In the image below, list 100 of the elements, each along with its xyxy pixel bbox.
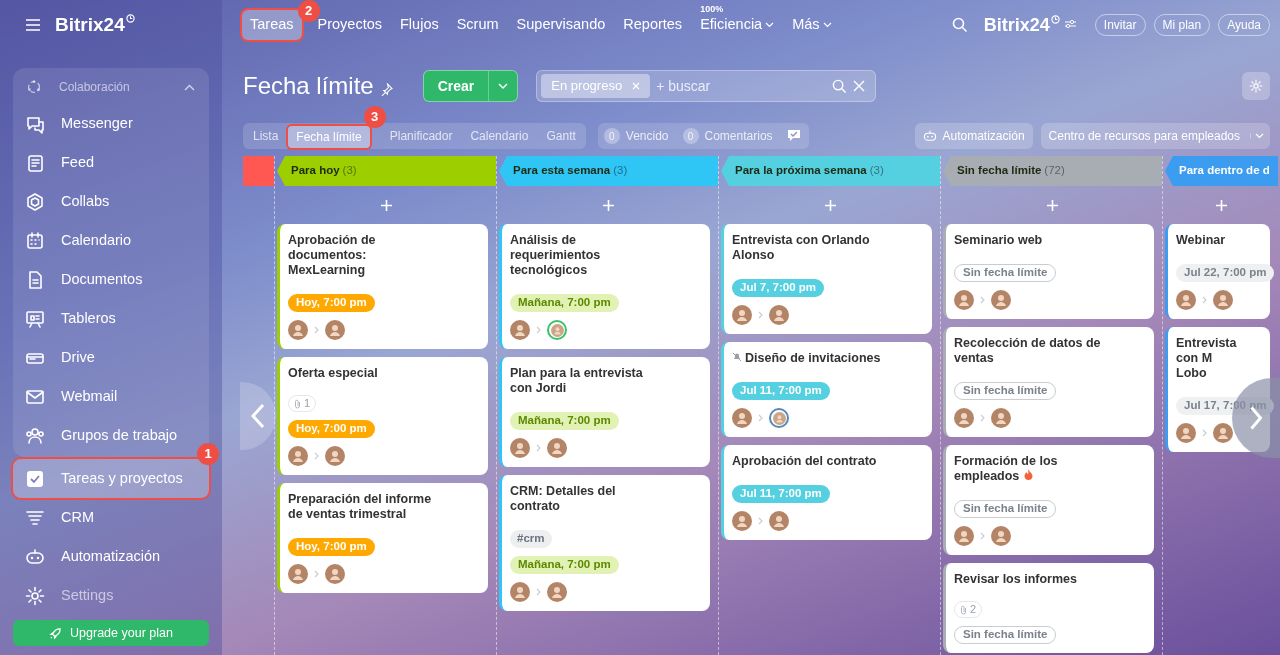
chevron-right-icon bbox=[758, 414, 763, 422]
sidebar-item[interactable]: Collabs bbox=[13, 182, 209, 221]
sidebar-item[interactable]: Automatización bbox=[13, 537, 209, 576]
deadline-badge: Mañana, 7:00 pm bbox=[510, 294, 619, 312]
paperclip-icon bbox=[294, 398, 301, 409]
task-title: Webinar bbox=[1176, 233, 1227, 249]
avatar-icon bbox=[991, 290, 1011, 310]
task-card[interactable]: CRM: Detalles del contrato #crm Mañana, 7:00 pm bbox=[499, 475, 710, 611]
avatar-icon bbox=[510, 438, 530, 458]
deadline-badge: Sin fecha límite bbox=[954, 264, 1057, 282]
deadline-badge: Hoy, 7:00 pm bbox=[288, 420, 375, 438]
avatar-icon bbox=[769, 511, 789, 531]
search-icon bbox=[951, 17, 968, 33]
plus-icon bbox=[825, 199, 836, 211]
deadline-badge: Sin fecha límite bbox=[954, 382, 1057, 400]
nav-tab[interactable]: Flujos bbox=[392, 10, 447, 40]
task-card[interactable]: Recolección de datos de ventas Sin fecha límite bbox=[943, 327, 1154, 437]
clock-icon bbox=[125, 13, 135, 23]
deadline-badge: Jul 11, 7:00 pm bbox=[732, 382, 830, 400]
task-title: Entrevista con Orlando Alonso bbox=[732, 233, 871, 264]
sidebar-item[interactable]: Tareas y proyectos bbox=[13, 459, 209, 498]
settings-icon bbox=[25, 585, 45, 606]
checkbox-icon bbox=[25, 468, 45, 489]
menu-icon bbox=[25, 18, 41, 32]
avatar-icon bbox=[288, 320, 308, 340]
view-tab[interactable]: Lista bbox=[245, 125, 287, 147]
task-card[interactable]: Revisar los informes 2 Sin fecha límite bbox=[943, 563, 1154, 653]
sidebar-item[interactable]: Documentos bbox=[13, 260, 209, 299]
resource-center-dropdown[interactable]: Centro de recursos para empleados bbox=[1040, 123, 1270, 149]
task-card[interactable]: Oferta especial 1 Hoy, 7:00 pm bbox=[277, 357, 488, 475]
search-button[interactable] bbox=[951, 17, 968, 33]
chevron-right-icon bbox=[536, 444, 541, 452]
view-tab[interactable]: Gantt bbox=[538, 125, 584, 147]
search-icon bbox=[832, 78, 848, 94]
task-card[interactable]: Preparación del informe de ventas trimestral Hoy, 7:00 pm bbox=[277, 483, 488, 593]
task-card[interactable]: Seminario web Sin fecha límite bbox=[943, 224, 1154, 319]
view-tab[interactable]: Calendario bbox=[462, 125, 537, 147]
chevron-right-icon bbox=[1202, 429, 1207, 437]
page-title: Fecha límite bbox=[243, 71, 374, 101]
sidebar-item[interactable]: Feed bbox=[13, 143, 209, 182]
deadline-badge: Hoy, 7:00 pm bbox=[288, 294, 375, 312]
logo-text: Bitrix24 bbox=[55, 12, 125, 37]
nav-tab[interactable]: Tareas bbox=[242, 10, 302, 40]
settings-button[interactable] bbox=[1242, 72, 1270, 100]
view-tab[interactable]: Planificador bbox=[381, 125, 461, 147]
avatar-icon bbox=[325, 564, 345, 584]
sidebar-item[interactable]: Messenger bbox=[13, 104, 209, 143]
column-header: Sin fecha límite (72) bbox=[943, 156, 1162, 186]
task-card[interactable]: Plan para la entrevista con Jordi Mañana, 7:00 pm bbox=[499, 357, 710, 467]
logo-text: Bitrix24 bbox=[983, 13, 1050, 37]
deadline-badge: Sin fecha límite bbox=[954, 500, 1057, 518]
column-color-marker bbox=[243, 156, 274, 186]
sidebar-item[interactable]: Drive bbox=[13, 338, 209, 377]
deadline-badge: Hoy, 7:00 pm bbox=[288, 538, 375, 556]
scroll-left-button[interactable] bbox=[240, 382, 276, 450]
avatar-icon bbox=[1213, 290, 1233, 310]
column-header: Para hoy (3) bbox=[277, 156, 496, 186]
plus-icon bbox=[1216, 199, 1227, 211]
users-icon bbox=[25, 425, 45, 446]
close-icon bbox=[853, 80, 866, 92]
sidebar-group-header[interactable]: Colaboración bbox=[13, 70, 209, 104]
task-title: Recolección de datos de ventas bbox=[954, 336, 1102, 367]
task-title: Preparación del informe de ventas trimestral bbox=[288, 492, 433, 523]
avatar-icon bbox=[732, 408, 752, 428]
avatar-icon bbox=[510, 582, 530, 602]
avatar-icon bbox=[732, 305, 752, 325]
sidebar-item[interactable]: Settings bbox=[13, 576, 209, 615]
avatar-icon bbox=[1176, 423, 1196, 443]
task-title: CRM: Detalles del contrato bbox=[510, 484, 617, 515]
avatar-icon bbox=[954, 526, 974, 546]
avatar-icon bbox=[288, 564, 308, 584]
deadline-badge: Sin fecha límite bbox=[954, 626, 1057, 644]
hexagon-icon bbox=[25, 191, 45, 212]
view-tab[interactable]: Fecha límite bbox=[288, 126, 370, 148]
deadline-badge: Jul 11, 7:00 pm bbox=[732, 485, 830, 503]
chevron-right-icon bbox=[758, 311, 763, 319]
chevron-right-icon bbox=[536, 326, 541, 334]
callout-number-badge: 3 bbox=[363, 106, 386, 128]
task-card[interactable]: Análisis de requerimientos tecnológicos Mañana, 7:00 pm bbox=[499, 224, 710, 349]
task-card[interactable]: Aprobación del contrato Jul 11, 7:00 pm bbox=[721, 445, 932, 540]
sliders-icon bbox=[1063, 18, 1077, 29]
nav-tab[interactable]: Supervisando bbox=[508, 10, 614, 40]
sidebar-item[interactable]: CRM bbox=[13, 498, 209, 537]
automation-button[interactable]: Automatización bbox=[914, 123, 1033, 149]
avatar-icon bbox=[954, 290, 974, 310]
task-card[interactable]: Aprobación de documentos: MexLearning Hoy, 7:00 pm bbox=[277, 224, 488, 349]
sidebar-item[interactable]: Calendario bbox=[13, 221, 209, 260]
upgrade-button[interactable]: Upgrade your plan bbox=[13, 620, 209, 646]
avatar-icon bbox=[954, 408, 974, 428]
nav-tab[interactable]: Reportes bbox=[615, 10, 691, 40]
task-card[interactable]: Formación de los empleados Sin fecha límite bbox=[943, 445, 1154, 555]
task-card[interactable]: Entrevista con Orlando Alonso Jul 7, 7:00 pm bbox=[721, 224, 932, 334]
sidebar-item[interactable]: Webmail bbox=[13, 377, 209, 416]
task-card[interactable]: Diseño de invitaciones Jul 11, 7:00 pm bbox=[721, 342, 932, 437]
chevron-right-icon bbox=[980, 414, 985, 422]
create-button[interactable]: Crear bbox=[422, 70, 519, 102]
nav-tab[interactable]: Scrum bbox=[448, 10, 507, 40]
avatar-icon bbox=[991, 526, 1011, 546]
sidebar-item[interactable]: Tableros bbox=[13, 299, 209, 338]
nav-tab[interactable]: Más bbox=[784, 10, 840, 40]
